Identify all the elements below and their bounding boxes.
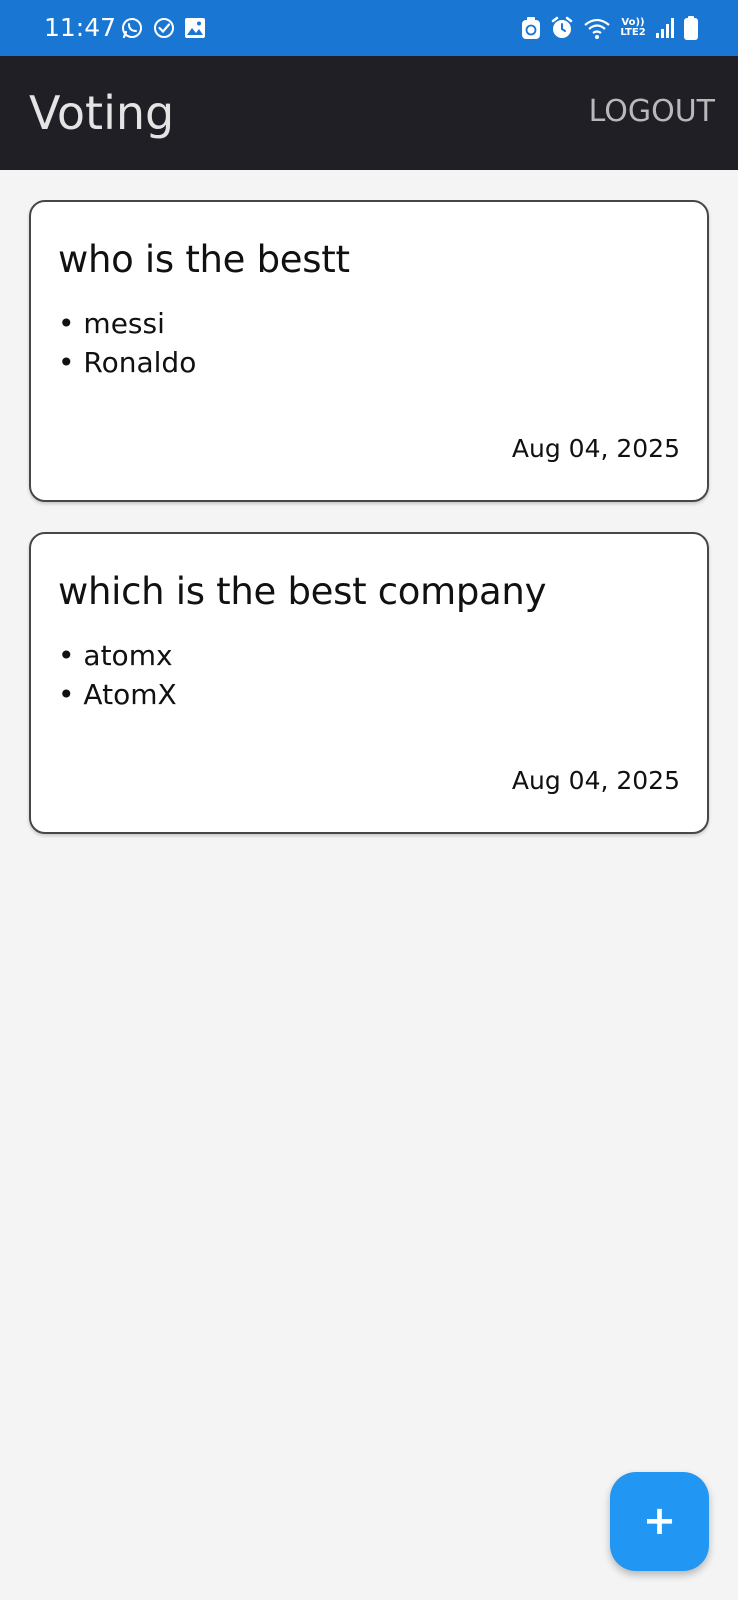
- app-title: Voting: [29, 86, 175, 140]
- battery-icon: [684, 16, 698, 40]
- status-system-icons: Vo)) LTE2: [521, 14, 698, 42]
- status-notification-icons: [120, 16, 206, 40]
- status-bar: 11:47 Vo)) LTE2: [0, 0, 738, 56]
- logout-button[interactable]: LOGOUT: [589, 94, 715, 130]
- poll-options: • atomx • AtomX: [58, 636, 177, 714]
- alarm-icon: [551, 16, 573, 38]
- whatsapp-icon: [122, 18, 142, 39]
- poll-option-label: atomx: [83, 639, 173, 672]
- poll-option: • Ronaldo: [58, 346, 197, 379]
- poll-list: who is the bestt • messi • Ronaldo Aug 0…: [29, 200, 709, 864]
- signal-icon: [656, 18, 674, 38]
- lte-label: LTE2: [620, 27, 646, 38]
- status-time: 11:47: [44, 13, 117, 42]
- poll-option: • AtomX: [58, 678, 177, 711]
- volte-indicator: Vo)) LTE2: [620, 18, 646, 38]
- poll-question: which is the best company: [58, 570, 547, 613]
- wifi-icon: [584, 18, 610, 39]
- poll-option: • messi: [58, 307, 165, 340]
- poll-card[interactable]: who is the bestt • messi • Ronaldo Aug 0…: [29, 200, 709, 502]
- poll-card[interactable]: which is the best company • atomx • Atom…: [29, 532, 709, 834]
- poll-options: • messi • Ronaldo: [58, 304, 196, 382]
- add-poll-button[interactable]: +: [610, 1472, 709, 1571]
- poll-option: • atomx: [58, 639, 173, 672]
- poll-option-label: messi: [83, 307, 165, 340]
- app-bar: Voting LOGOUT: [0, 56, 738, 170]
- poll-date: Aug 04, 2025: [511, 766, 680, 795]
- gallery-icon: [185, 18, 205, 38]
- check-circle-icon: [154, 18, 174, 38]
- recycle-icon: [522, 17, 540, 39]
- poll-option-label: AtomX: [83, 678, 177, 711]
- poll-question: who is the bestt: [58, 238, 350, 281]
- poll-date: Aug 04, 2025: [511, 434, 680, 463]
- poll-option-label: Ronaldo: [83, 346, 197, 379]
